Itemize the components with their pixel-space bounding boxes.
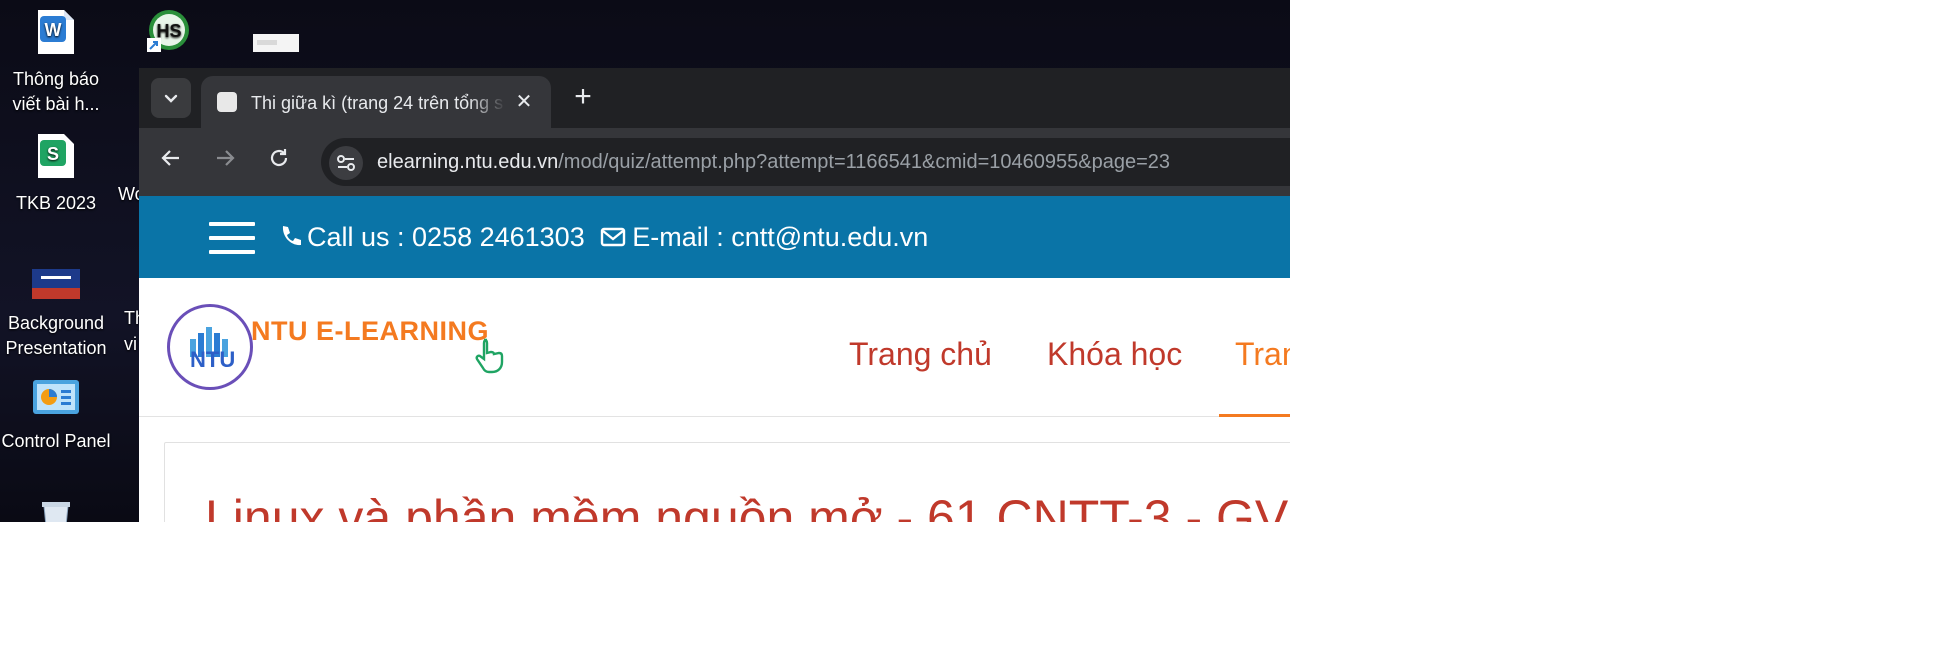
course-title: Linux và phần mềm nguồn mở - 61.CNTT-3 -… — [205, 490, 1289, 522]
favicon-icon — [217, 92, 237, 112]
image-file-icon — [1, 268, 111, 307]
chevron-down-icon — [164, 94, 178, 103]
arrow-right-icon — [217, 150, 235, 166]
spreadsheet-icon: S — [1, 132, 111, 187]
desktop-item-label: Background Presentation — [5, 313, 107, 358]
desktop-item-heidisql[interactable]: HS — [114, 8, 224, 67]
logo-badge-text: NTU — [190, 347, 236, 372]
menu-icon[interactable] — [209, 222, 255, 254]
browser-window: Thi giữa kì (trang 24 trên tổng s ✕ + el… — [139, 68, 1290, 522]
back-button[interactable] — [153, 144, 189, 180]
site-info-icon[interactable] — [329, 146, 363, 180]
desktop-item-recycle-bin[interactable] — [1, 498, 111, 522]
contact-info: Call us : 0258 2461303 E-mail : cntt@ntu… — [279, 196, 928, 280]
svg-text:W: W — [45, 20, 62, 40]
desktop-item-background-presentation[interactable]: Background Presentation — [1, 268, 111, 361]
desktop-item-word-doc[interactable]: W Thông báo viết bài h... — [1, 8, 111, 117]
desktop-item-label: TKB 2023 — [15, 193, 97, 213]
control-panel-icon — [1, 378, 111, 425]
active-nav-underline — [1219, 414, 1290, 417]
desktop-item-label: Thông báo viết bài h... — [12, 69, 100, 114]
desktop-item-label: Control Panel — [1, 431, 111, 451]
site-logo[interactable]: NTU NTU E-LEARNING — [167, 304, 504, 394]
nav-home[interactable]: Trang chủ — [849, 336, 992, 373]
envelope-icon — [600, 198, 626, 280]
recycle-bin-icon — [1, 498, 111, 522]
browser-tab[interactable]: Thi giữa kì (trang 24 trên tổng s ✕ — [201, 76, 551, 128]
reload-icon — [270, 149, 288, 167]
url-host: elearning.ntu.edu.vn — [377, 151, 559, 173]
url-path: /mod/quiz/attempt.php?attempt=1166541&cm… — [558, 151, 1171, 173]
contact-bar: Call us : 0258 2461303 E-mail : cntt@ntu… — [139, 196, 1290, 278]
arrow-left-icon — [161, 150, 179, 166]
nav-courses[interactable]: Khóa học — [1047, 336, 1182, 373]
tab-search-button[interactable] — [151, 78, 191, 118]
word-document-icon: W — [1, 8, 111, 63]
ntu-emblem: NTU — [167, 304, 253, 390]
image-thumbnail-icon — [246, 34, 306, 59]
svg-text:S: S — [47, 144, 59, 164]
desktop-item-control-panel[interactable]: Control Panel — [1, 378, 111, 454]
reload-button[interactable] — [261, 144, 297, 180]
desktop-item-tkb[interactable]: S TKB 2023 — [1, 132, 111, 216]
heidisql-shortcut-icon: HS — [114, 8, 224, 63]
screen: W Thông báo viết bài h... S TKB 2023 Bac… — [0, 0, 1290, 522]
tab-title: Thi giữa kì (trang 24 trên tổng s — [251, 93, 504, 113]
new-tab-button[interactable]: + — [565, 80, 601, 116]
phone-icon — [279, 198, 301, 280]
email-text[interactable]: E-mail : cntt@ntu.edu.vn — [632, 222, 928, 252]
phone-text: Call us : 0258 2461303 — [307, 222, 585, 252]
site-header: NTU NTU E-LEARNING Trang chủ Khóa học Tr… — [139, 278, 1290, 417]
desktop-item-image[interactable] — [246, 34, 306, 63]
address-bar[interactable]: elearning.ntu.edu.vn/mod/quiz/attempt.ph… — [321, 138, 1290, 186]
quiz-content-card: Linux và phần mềm nguồn mở - 61.CNTT-3 -… — [164, 442, 1290, 522]
tab-strip: Thi giữa kì (trang 24 trên tổng s ✕ + — [139, 68, 1290, 128]
url-text: elearning.ntu.edu.vn/mod/quiz/attempt.ph… — [377, 138, 1170, 186]
pointer-hand-icon — [472, 334, 512, 379]
browser-toolbar: elearning.ntu.edu.vn/mod/quiz/attempt.ph… — [139, 128, 1290, 196]
web-page: Call us : 0258 2461303 E-mail : cntt@ntu… — [139, 196, 1290, 522]
forward-button[interactable] — [207, 144, 243, 180]
nav-active-page[interactable]: Tran — [1235, 336, 1290, 373]
close-tab-icon[interactable]: ✕ — [513, 91, 535, 113]
logo-brand-text: NTU E-LEARNING — [251, 316, 489, 346]
